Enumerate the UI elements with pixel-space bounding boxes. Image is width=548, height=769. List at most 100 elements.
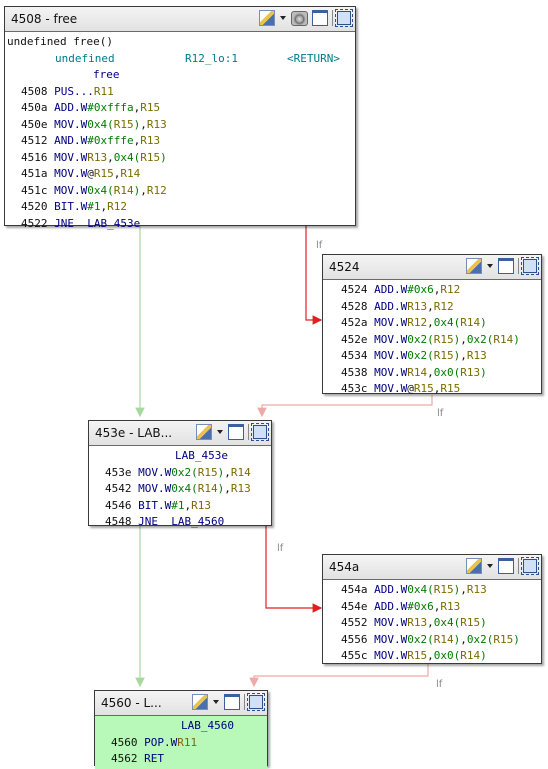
instruction-mnemonic: MOV.W	[54, 117, 88, 131]
window-icon[interactable]	[498, 258, 514, 274]
instruction-operand: R14	[460, 649, 481, 662]
maximize-icon[interactable]	[251, 423, 269, 441]
instruction-mnemonic: ADD.W	[374, 599, 408, 613]
instruction-address: 4512	[21, 134, 48, 147]
instruction-row[interactable]: 4556 MOV.W0x2(R14),0x2(R15)	[323, 632, 541, 649]
code-block-453e[interactable]: 453e - LAB... LAB_453e 453e MOV.W0x2(R15…	[88, 420, 272, 528]
code-block-454a[interactable]: 454a 454a ADD.W0x4(R15),R13 454e ADD.W#0x…	[322, 554, 542, 664]
instruction-mnemonic: BIT.W	[138, 498, 172, 512]
instruction-row[interactable]: 454a ADD.W0x4(R15),R13	[323, 582, 541, 599]
instruction-row[interactable]: 4534 MOV.W0x2(R15),R13	[323, 348, 541, 365]
instruction-row[interactable]: 453c MOV.W@R15,R15	[323, 381, 541, 398]
instruction-row[interactable]: 453e MOV.W0x2(R15),R14	[89, 465, 271, 482]
instruction-operand: ,	[224, 482, 231, 495]
instruction-operand: )	[160, 150, 167, 164]
window-icon[interactable]	[498, 558, 514, 574]
instruction-row[interactable]: 450a ADD.W#0xfffa,R15	[5, 100, 355, 117]
snapshot-icon[interactable]	[291, 10, 308, 26]
instruction-operand: ,	[427, 299, 434, 313]
instruction-mnemonic: JNE	[54, 216, 74, 230]
instruction-operand: 0x2(	[407, 632, 434, 646]
instruction-operand: R15	[433, 583, 454, 596]
instruction-mnemonic: MOV.W	[374, 316, 408, 329]
edit-block-icon[interactable]	[192, 694, 208, 710]
instruction-row[interactable]: 451a MOV.W@R15,R14	[5, 166, 355, 183]
maximize-icon[interactable]	[521, 257, 539, 275]
edge-453e-to-454a	[265, 526, 323, 613]
edit-block-icon[interactable]	[196, 424, 212, 440]
chevron-down-icon[interactable]	[213, 700, 219, 704]
edit-block-icon[interactable]	[259, 10, 275, 26]
instruction-row[interactable]: 4552 MOV.WR13,0x4(R15)	[323, 615, 541, 632]
chevron-down-icon[interactable]	[487, 564, 493, 568]
instruction-row[interactable]: 450e MOV.W0x4(R15),R13	[5, 117, 355, 134]
edit-block-icon[interactable]	[466, 558, 482, 574]
instruction-row[interactable]: 4542 MOV.W0x4(R14),R13	[89, 481, 271, 498]
block-label: LAB_453e	[175, 449, 228, 462]
instruction-mnemonic: MOV.W	[374, 649, 408, 662]
instruction-address: 4560	[111, 735, 138, 749]
instruction-row[interactable]: 4528 ADD.WR13,R12	[323, 299, 541, 316]
code-block-4508[interactable]: 4508 - free undefined free() undefined R1…	[4, 6, 356, 230]
block-titlebar[interactable]: 453e - LAB...	[89, 421, 271, 446]
instruction-row[interactable]: 4546 BIT.W#1,R13	[89, 498, 271, 515]
edge-label: lf	[316, 240, 323, 251]
instruction-operand: R12	[440, 283, 461, 296]
instruction-mnemonic: ADD.W	[374, 583, 408, 596]
instruction-mnemonic: RET	[144, 752, 164, 765]
instruction-operand: R15	[413, 382, 434, 395]
instruction-operand: R14	[407, 365, 428, 379]
window-icon[interactable]	[224, 694, 240, 710]
instruction-row[interactable]: 4522 JNE LAB_453e	[5, 216, 355, 233]
block-titlebar[interactable]: 454a	[323, 555, 541, 580]
instruction-operand: R13	[466, 349, 487, 362]
maximize-icon[interactable]	[335, 9, 353, 27]
function-signature: undefined free()	[7, 35, 113, 48]
maximize-icon[interactable]	[521, 557, 539, 575]
instruction-row[interactable]: 4560 POP.WR11	[95, 735, 267, 752]
instruction-mnemonic: ADD.W	[374, 283, 408, 296]
instruction-row[interactable]: 455c MOV.WR15,0x0(R14)	[323, 648, 541, 665]
edge-label: lf	[437, 408, 444, 419]
instruction-operand: ,	[427, 365, 434, 379]
instruction-address: 451c	[21, 183, 48, 197]
chevron-down-icon[interactable]	[487, 264, 493, 268]
code-block-4524[interactable]: 4524 4524 ADD.W#0x6,R12 4528 ADD.WR13,R12…	[322, 254, 542, 395]
instruction-row[interactable]: 4548 JNE LAB_4560	[89, 514, 271, 531]
block-titlebar[interactable]: 4508 - free	[5, 7, 355, 32]
function-header-params: undefined R12_lo:1 <RETURN>	[55, 51, 340, 65]
instruction-operand: R13	[191, 498, 211, 512]
instruction-operand: R14	[113, 183, 134, 197]
chevron-down-icon[interactable]	[280, 16, 286, 20]
window-icon[interactable]	[312, 10, 328, 26]
instruction-row[interactable]: 4562 RET	[95, 751, 267, 768]
instruction-operand: R15	[407, 649, 428, 662]
toolbar-separator	[244, 694, 245, 710]
chevron-down-icon[interactable]	[217, 430, 223, 434]
instruction-row[interactable]: 4508 PUS...R11	[5, 84, 355, 101]
instruction-row[interactable]: 4520 BIT.W#1,R12	[5, 199, 355, 216]
instruction-row[interactable]: 452a MOV.WR12,0x4(R14)	[323, 315, 541, 332]
block-titlebar[interactable]: 4524	[323, 255, 541, 280]
instruction-row[interactable]: 4516 MOV.WR13,0x4(R15)	[5, 150, 355, 167]
instruction-address: 4562	[111, 752, 138, 765]
instruction-row[interactable]: 454e ADD.W#0x6,R13	[323, 599, 541, 616]
edit-block-icon[interactable]	[466, 258, 482, 274]
instruction-operand: R15	[433, 332, 454, 346]
block-titlebar[interactable]: 4560 - L...	[95, 691, 267, 716]
instruction-address: 4542	[105, 482, 132, 495]
instruction-address: 453c	[341, 382, 368, 395]
instruction-row[interactable]: 4538 MOV.WR14,0x0(R13)	[323, 365, 541, 382]
instruction-row[interactable]: 452e MOV.W0x2(R15),0x2(R14)	[323, 332, 541, 349]
instruction-operand: R13	[407, 299, 428, 313]
instruction-row[interactable]: 4524 ADD.W#0x6,R12	[323, 282, 541, 299]
code-block-4560[interactable]: 4560 - L... LAB_4560 4560 POP.WR11 4562 R…	[94, 690, 268, 769]
instruction-operand: R13	[407, 616, 428, 629]
maximize-icon[interactable]	[247, 693, 265, 711]
instruction-row[interactable]: 451c MOV.W0x4(R14),R12	[5, 183, 355, 200]
window-icon[interactable]	[228, 424, 244, 440]
instruction-row[interactable]: 4512 AND.W#0xfffe,R13	[5, 133, 355, 150]
instruction-operand: 0x4(	[433, 616, 461, 629]
toolbar-separator	[332, 10, 333, 26]
instruction-operand: R13	[140, 134, 161, 147]
